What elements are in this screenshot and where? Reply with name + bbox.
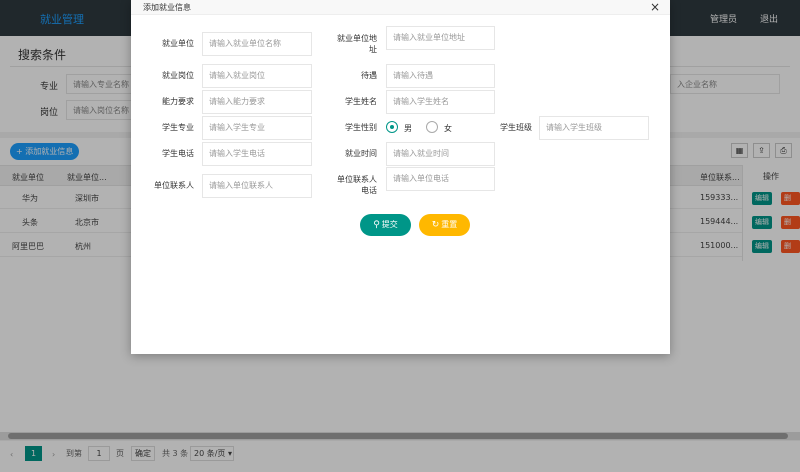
time-label: 就业时间 xyxy=(345,149,377,158)
gender-male-radio[interactable] xyxy=(386,121,398,133)
contact-input[interactable]: 请输入单位联系人 xyxy=(202,174,312,198)
post-label: 就业岗位 xyxy=(162,71,194,80)
class-label: 学生班级 xyxy=(500,123,532,132)
ability-label: 能力要求 xyxy=(162,97,194,106)
close-icon[interactable]: × xyxy=(650,0,660,15)
phone-label: 学生电话 xyxy=(162,149,194,158)
salary-label: 待遇 xyxy=(361,71,377,80)
reset-label: 重置 xyxy=(441,220,458,229)
contact-phone-input[interactable]: 请输入单位电话 xyxy=(386,167,495,191)
major-label: 学生专业 xyxy=(162,123,194,132)
ability-input[interactable]: 请输入能力要求 xyxy=(202,90,312,114)
gender-male-label[interactable]: 男 xyxy=(404,123,412,134)
salary-input[interactable]: 请输入待遇 xyxy=(386,64,495,88)
submit-label: 提交 xyxy=(381,220,398,229)
company-label: 就业单位 xyxy=(162,39,194,48)
student-name-input[interactable]: 请输入学生姓名 xyxy=(386,90,495,114)
student-name-label: 学生姓名 xyxy=(345,97,377,106)
contact-label: 单位联系人 xyxy=(154,181,194,190)
post-input[interactable]: 请输入就业岗位 xyxy=(202,64,312,88)
phone-input[interactable]: 请输入学生电话 xyxy=(202,142,312,166)
add-employment-dialog: 添加就业信息 × 就业单位 请输入就业单位名称 就业单位地址 请输入就业单位地址… xyxy=(131,0,670,354)
gender-label: 学生性别 xyxy=(345,123,377,132)
gender-female-label[interactable]: 女 xyxy=(444,123,452,134)
search-icon: ⚲ xyxy=(373,220,380,230)
dialog-title: 添加就业信息 xyxy=(143,3,191,12)
gender-female-radio[interactable] xyxy=(426,121,438,133)
reset-button[interactable]: ↻ 重置 xyxy=(419,214,470,236)
address-input[interactable]: 请输入就业单位地址 xyxy=(386,26,495,50)
major-input[interactable]: 请输入学生专业 xyxy=(202,116,312,140)
company-input[interactable]: 请输入就业单位名称 xyxy=(202,32,312,56)
address-label: 就业单位地址 xyxy=(337,34,377,54)
dialog-titlebar: 添加就业信息 × xyxy=(131,0,670,15)
refresh-icon: ↻ xyxy=(431,220,440,230)
submit-button[interactable]: ⚲ 提交 xyxy=(360,214,411,236)
class-input[interactable]: 请输入学生班级 xyxy=(539,116,649,140)
time-input[interactable]: 请输入就业时间 xyxy=(386,142,495,166)
contact-phone-label: 单位联系人电话 xyxy=(337,175,377,195)
